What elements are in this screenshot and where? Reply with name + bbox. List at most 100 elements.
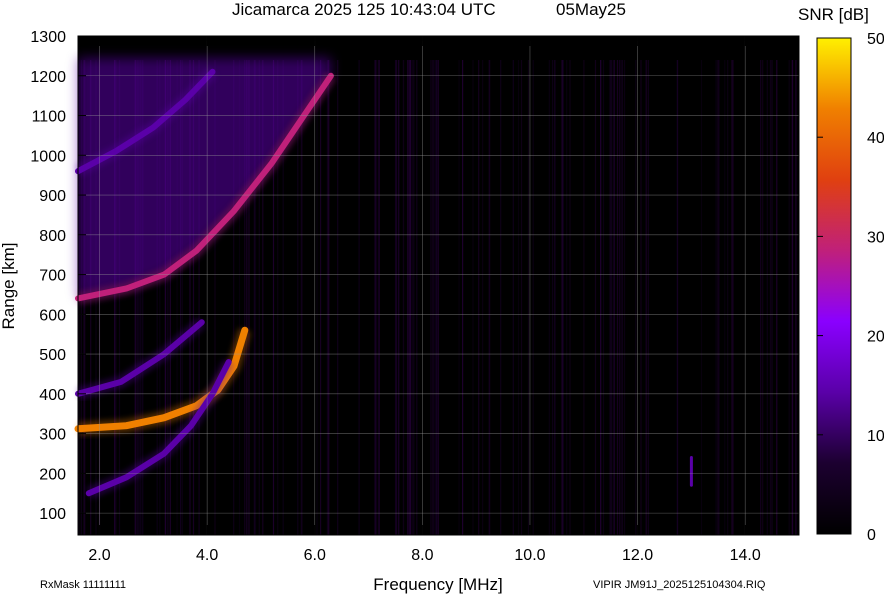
colorbar-label: SNR [dB]	[798, 5, 869, 24]
noise-column	[411, 60, 413, 535]
noise-column	[482, 60, 484, 535]
noise-column	[520, 60, 523, 535]
noise-column	[326, 60, 328, 535]
noise-column	[640, 60, 642, 535]
noise-column	[527, 60, 530, 535]
noise-column	[462, 60, 464, 535]
x-tick-label: 6.0	[304, 547, 326, 564]
noise-column	[337, 60, 339, 535]
noise-column	[436, 60, 438, 535]
noise-column	[500, 60, 502, 535]
noise-column	[619, 60, 621, 535]
noise-column	[676, 60, 678, 535]
colorbar-tick-label: 0	[867, 527, 876, 544]
y-tick-label: 900	[39, 188, 66, 205]
noise-column	[647, 60, 649, 535]
noise-column	[724, 60, 726, 535]
y-tick-label: 800	[39, 228, 66, 245]
noise-column	[609, 60, 611, 535]
y-tick-label: 300	[39, 427, 66, 444]
y-axis-label: Range [km]	[0, 243, 18, 330]
noise-column	[762, 60, 764, 535]
noise-column	[635, 60, 637, 535]
noise-column	[378, 60, 380, 535]
noise-column	[316, 60, 318, 535]
noise-column	[489, 60, 491, 535]
x-tick-label: 10.0	[514, 547, 545, 564]
noise-column	[432, 60, 434, 535]
noise-column	[375, 60, 377, 535]
noise-column	[431, 60, 433, 535]
noise-column	[621, 60, 623, 535]
noise-column	[532, 60, 534, 535]
noise-column	[792, 60, 794, 535]
x-tick-label: 8.0	[411, 547, 433, 564]
noise-column	[413, 60, 415, 535]
noise-column	[301, 60, 303, 535]
noise-column	[569, 60, 571, 535]
x-axis-label: Frequency [MHz]	[373, 575, 502, 594]
noise-column	[358, 60, 360, 535]
noise-column	[398, 60, 400, 535]
noise-column	[416, 60, 418, 535]
noise-column	[610, 60, 612, 535]
noise-column	[613, 60, 615, 535]
noise-column	[517, 60, 520, 535]
noise-column	[600, 60, 602, 535]
noise-column	[583, 60, 585, 535]
y-tick-label: 700	[39, 268, 66, 285]
noise-column	[760, 60, 762, 535]
noise-column	[645, 60, 647, 535]
y-tick-label: 400	[39, 387, 66, 404]
noise-column	[788, 60, 790, 535]
noise-column	[554, 60, 556, 535]
noise-column	[715, 60, 717, 535]
y-tick-label: 600	[39, 307, 66, 324]
colorbar-tick-label: 30	[867, 229, 884, 246]
colorbar	[816, 37, 852, 535]
noise-column	[458, 60, 460, 535]
x-tick-label: 12.0	[622, 547, 653, 564]
y-tick-label: 1200	[30, 69, 66, 86]
ionogram-figure: Jicamarca 2025 125 10:43:04 UTC 05May25 …	[0, 0, 884, 594]
noise-column	[795, 60, 797, 535]
noise-column	[562, 60, 564, 535]
noise-column	[512, 60, 514, 535]
y-tick-label: 500	[39, 347, 66, 364]
x-tick-label: 14.0	[730, 547, 761, 564]
rxmask-label: RxMask 11111111	[40, 579, 126, 591]
noise-column	[700, 60, 703, 535]
noise-column	[430, 60, 432, 535]
y-tick-label: 100	[39, 506, 66, 523]
y-tick-label: 1000	[30, 148, 66, 165]
x-tick-label: 2.0	[88, 547, 110, 564]
chart-date: 05May25	[556, 0, 626, 19]
noise-column	[328, 60, 330, 535]
noise-column	[766, 60, 768, 535]
noise-column	[320, 60, 322, 535]
noise-column	[403, 60, 405, 535]
colorbar-tick-label: 10	[867, 428, 884, 445]
noise-column	[612, 60, 614, 535]
noise-column	[732, 60, 734, 535]
noise-column	[566, 60, 568, 535]
x-tick-label: 4.0	[196, 547, 218, 564]
y-tick-label: 1100	[32, 109, 67, 126]
y-tick-label: 200	[39, 466, 66, 483]
noise-column	[407, 60, 409, 535]
noise-column	[478, 60, 480, 535]
noise-column	[408, 60, 410, 535]
noise-column	[776, 60, 778, 535]
noise-column	[769, 60, 771, 535]
file-label: VIPIR JM91J_2025125104304.RIQ	[593, 579, 766, 591]
noise-column	[727, 60, 729, 535]
y-tick-label: 1300	[30, 29, 66, 46]
noise-column	[472, 60, 474, 535]
noise-column	[434, 60, 436, 535]
colorbar-tick-label: 50	[867, 31, 884, 48]
noise-column	[717, 60, 719, 535]
noise-column	[437, 60, 439, 535]
noise-column	[552, 60, 554, 535]
chart-title: Jicamarca 2025 125 10:43:04 UTC	[232, 0, 496, 19]
noise-column	[623, 60, 626, 535]
